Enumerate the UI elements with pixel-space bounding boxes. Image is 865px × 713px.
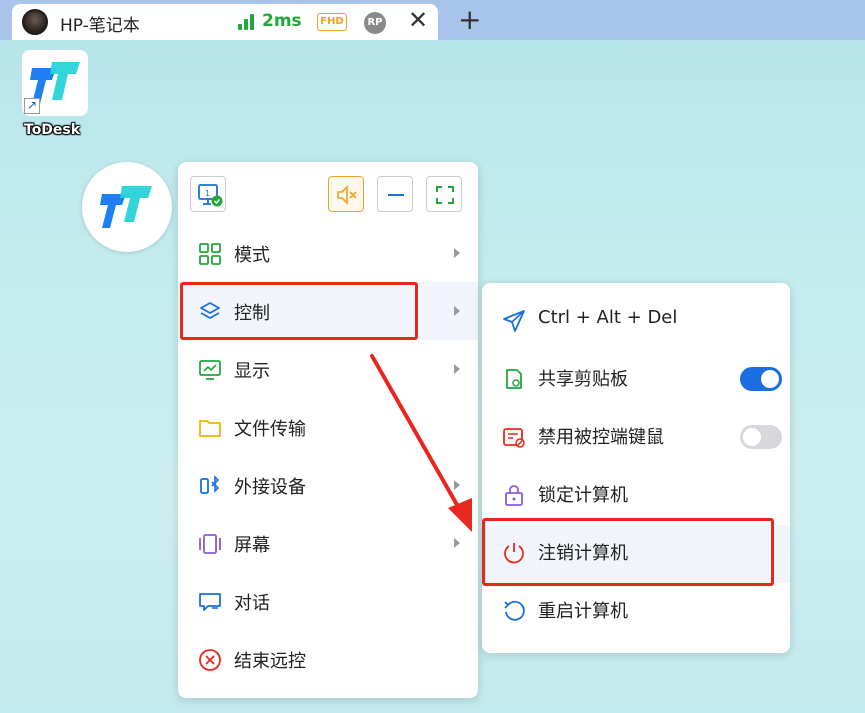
signal-icon <box>238 14 256 30</box>
speaker-mute-icon <box>337 185 357 205</box>
menu-item-end-remote[interactable]: 结束远控 <box>178 630 478 688</box>
submenu-item-label: 共享剪贴板 <box>538 369 628 390</box>
chevron-right-icon <box>454 306 460 316</box>
submenu-item-ctrl-alt-del[interactable]: Ctrl + Alt + Del <box>482 293 790 351</box>
menu-item-screen[interactable]: 屏幕 <box>178 514 478 572</box>
chevron-right-icon <box>454 248 460 258</box>
submenu-item-label: 锁定计算机 <box>538 485 628 506</box>
monitor-status-button[interactable]: 1 <box>190 176 226 212</box>
session-tab[interactable]: HP-笔记本 2ms FHD RP ✕ <box>12 4 438 40</box>
send-icon <box>503 310 525 332</box>
monitor-check-icon: 1 <box>198 184 223 207</box>
close-circle-icon <box>199 649 221 671</box>
avatar <box>22 9 48 35</box>
highlight-box-logoff <box>482 518 774 586</box>
shortcut-arrow-icon: ↗ <box>24 98 40 114</box>
menu-item-label: 对话 <box>234 593 270 614</box>
menu-item-label: 模式 <box>234 245 270 266</box>
chat-icon <box>199 593 221 611</box>
fullscreen-icon <box>436 186 454 204</box>
rp-badge[interactable]: RP <box>364 12 386 34</box>
close-tab-button[interactable]: ✕ <box>408 6 428 34</box>
screens-icon <box>199 534 221 554</box>
highlight-box-control <box>180 282 418 340</box>
svg-text:1: 1 <box>205 189 210 198</box>
menu-item-label: 显示 <box>234 361 270 382</box>
menu-item-label: 结束远控 <box>234 651 306 672</box>
disable-input-toggle[interactable] <box>740 425 782 449</box>
desktop-icon-label: ToDesk <box>24 122 81 138</box>
control-submenu: Ctrl + Alt + Del 共享剪贴板 禁用被控端键鼠 锁定计算机 注销计… <box>482 283 790 653</box>
bluetooth-device-icon <box>200 475 220 494</box>
submenu-item-share-clipboard[interactable]: 共享剪贴板 <box>482 351 790 409</box>
restart-icon <box>504 600 525 621</box>
remote-control-menu: 1 模式 控制 显示 文件传输 外接设备 屏幕 对话 结束远控 <box>178 162 478 698</box>
quality-badge[interactable]: FHD <box>317 13 347 31</box>
toggle-knob <box>743 428 761 446</box>
menu-item-label: 屏幕 <box>234 535 270 556</box>
monitor-icon <box>199 360 221 380</box>
grid-icon <box>199 243 221 265</box>
menu-item-label: 文件传输 <box>234 419 306 440</box>
minimize-button[interactable] <box>377 176 413 212</box>
todesk-logo-icon <box>100 186 152 228</box>
menu-item-display[interactable]: 显示 <box>178 340 478 398</box>
menu-item-label: 外接设备 <box>234 477 306 498</box>
submenu-item-lock[interactable]: 锁定计算机 <box>482 467 790 525</box>
submenu-item-restart[interactable]: 重启计算机 <box>482 583 790 641</box>
minimize-icon <box>388 194 404 196</box>
lock-icon <box>505 485 523 506</box>
submenu-item-label: 重启计算机 <box>538 601 628 622</box>
chevron-right-icon <box>454 480 460 490</box>
tab-title: HP-笔记本 <box>60 16 140 36</box>
toggle-knob <box>761 370 779 388</box>
menu-item-mode[interactable]: 模式 <box>178 224 478 282</box>
chevron-right-icon <box>454 364 460 374</box>
chevron-right-icon <box>454 538 460 548</box>
submenu-item-disable-input[interactable]: 禁用被控端键鼠 <box>482 409 790 467</box>
clipboard-share-icon <box>506 369 522 389</box>
keyboard-disable-icon <box>503 428 525 448</box>
fullscreen-button[interactable] <box>426 176 462 212</box>
todesk-floating-button[interactable] <box>82 162 172 252</box>
menu-item-chat[interactable]: 对话 <box>178 572 478 630</box>
folder-icon <box>199 420 221 437</box>
share-clipboard-toggle[interactable] <box>740 367 782 391</box>
add-tab-button[interactable]: + <box>458 3 481 36</box>
submenu-item-label: Ctrl + Alt + Del <box>538 307 678 328</box>
menu-item-file-transfer[interactable]: 文件传输 <box>178 398 478 456</box>
latency-value: 2ms <box>262 11 302 31</box>
submenu-item-label: 禁用被控端键鼠 <box>538 427 664 448</box>
mute-button[interactable] <box>328 176 364 212</box>
menu-item-external-devices[interactable]: 外接设备 <box>178 456 478 514</box>
tab-bar: HP-笔记本 2ms FHD RP ✕ + <box>0 0 865 40</box>
